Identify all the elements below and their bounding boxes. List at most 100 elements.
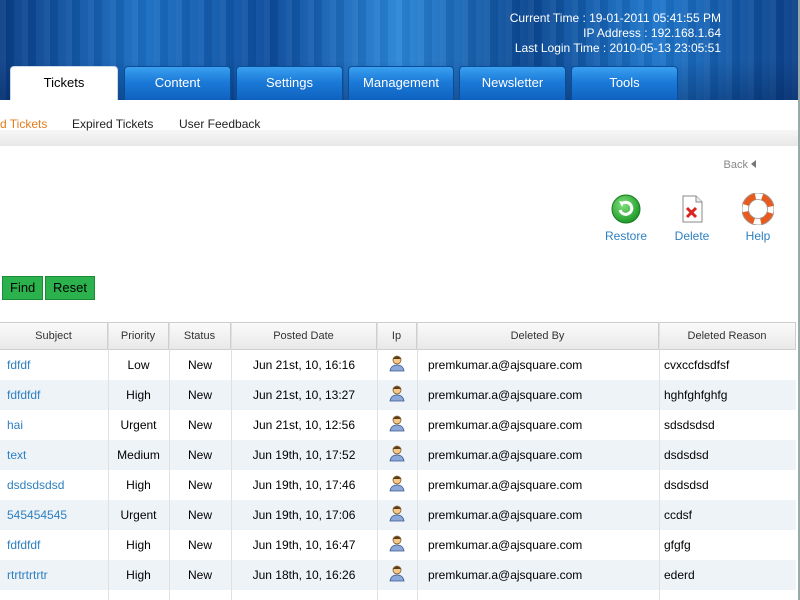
row-deleted-by: premkumar.a@ajsquare.com xyxy=(428,568,583,582)
row-priority: High xyxy=(126,478,151,492)
row-status: New xyxy=(187,568,212,582)
row-deleted-by: premkumar.a@ajsquare.com xyxy=(428,478,583,492)
user-icon[interactable] xyxy=(377,414,417,432)
table-row[interactable]: fdfdfdf High New Jun 21st, 10, 13:27 pre… xyxy=(0,380,796,410)
deleted-tickets-table: Subject Priority Status Posted Date Ip D… xyxy=(0,322,796,590)
row-priority: Medium xyxy=(117,448,160,462)
table-row[interactable]: dsdsdsdsd High New Jun 19th, 10, 17:46 p… xyxy=(0,470,796,500)
row-deleted-by: premkumar.a@ajsquare.com xyxy=(428,538,583,552)
row-priority: High xyxy=(126,568,151,582)
tab-settings[interactable]: Settings xyxy=(236,66,343,100)
row-subject[interactable]: fdfdfdf xyxy=(7,380,40,410)
row-posted-date: Jun 19th, 10, 16:47 xyxy=(252,538,356,552)
column-priority[interactable]: Priority xyxy=(108,323,169,350)
delete-document-icon xyxy=(682,195,703,223)
main-tabs: Tickets Content Settings Management News… xyxy=(0,66,800,100)
row-priority: Urgent xyxy=(120,418,157,432)
column-deleted-reason[interactable]: Deleted Reason xyxy=(659,323,796,350)
row-priority: High xyxy=(126,388,151,402)
row-deleted-reason: gfgfg xyxy=(664,538,691,552)
back-label: Back xyxy=(723,159,748,171)
user-icon[interactable] xyxy=(377,354,417,372)
table-row[interactable]: hai Urgent New Jun 21st, 10, 12:56 premk… xyxy=(0,410,796,440)
column-ip[interactable]: Ip xyxy=(377,323,417,350)
find-button[interactable]: Find xyxy=(2,276,44,300)
tab-tools[interactable]: Tools xyxy=(571,66,678,100)
column-deleted-by[interactable]: Deleted By xyxy=(417,323,659,350)
back-arrow-icon xyxy=(751,160,756,168)
table-header: Subject Priority Status Posted Date Ip D… xyxy=(0,323,796,350)
help-button[interactable]: Help xyxy=(731,193,785,243)
column-posted-date[interactable]: Posted Date xyxy=(231,323,377,350)
help-label: Help xyxy=(745,229,771,243)
user-icon[interactable] xyxy=(377,504,417,522)
row-deleted-by: premkumar.a@ajsquare.com xyxy=(428,358,583,372)
row-deleted-by: premkumar.a@ajsquare.com xyxy=(428,388,583,402)
user-icon[interactable] xyxy=(377,534,417,552)
reset-button[interactable]: Reset xyxy=(45,276,95,300)
row-status: New xyxy=(187,508,212,522)
row-subject[interactable]: rtrtrtrtrtr xyxy=(7,560,48,590)
user-icon[interactable] xyxy=(377,384,417,402)
row-posted-date: Jun 19th, 10, 17:06 xyxy=(252,508,356,522)
row-deleted-reason: dsdsdsd xyxy=(664,478,709,492)
row-posted-date: Jun 21st, 10, 16:16 xyxy=(252,358,356,372)
subnav-deleted-tickets[interactable]: d Tickets xyxy=(0,117,47,131)
row-deleted-reason: hghfghfghfg xyxy=(664,388,728,402)
row-subject[interactable]: dsdsdsdsd xyxy=(7,470,64,500)
row-status: New xyxy=(187,448,212,462)
row-deleted-reason: ccdsf xyxy=(664,508,693,522)
table-body: fdfdf Low New Jun 21st, 10, 16:16 premku… xyxy=(0,350,796,590)
delete-button[interactable]: Delete xyxy=(665,193,719,243)
last-login-time: Last Login Time : 2010-05-13 23:05:51 xyxy=(514,41,721,55)
table-row[interactable]: fdfdf Low New Jun 21st, 10, 16:16 premku… xyxy=(0,350,796,380)
table-row[interactable]: fdfdfdf High New Jun 19th, 10, 16:47 pre… xyxy=(0,530,796,560)
restore-label: Restore xyxy=(604,229,648,243)
tab-content[interactable]: Content xyxy=(124,66,231,100)
row-subject[interactable]: 545454545 xyxy=(7,500,67,530)
delete-label: Delete xyxy=(674,229,710,243)
row-posted-date: Jun 21st, 10, 13:27 xyxy=(252,388,356,402)
row-subject[interactable]: text xyxy=(7,440,26,470)
row-status: New xyxy=(187,418,212,432)
lifebuoy-help-icon xyxy=(742,193,774,225)
back-link[interactable]: Back xyxy=(724,159,756,171)
row-deleted-reason: sdsdsdsd xyxy=(664,418,715,432)
user-icon[interactable] xyxy=(377,444,417,462)
row-posted-date: Jun 18th, 10, 16:26 xyxy=(252,568,356,582)
tab-management[interactable]: Management xyxy=(348,66,454,100)
subnav-user-feedback[interactable]: User Feedback xyxy=(179,117,260,131)
tab-newsletter[interactable]: Newsletter xyxy=(459,66,566,100)
row-subject[interactable]: hai xyxy=(7,410,23,440)
column-status[interactable]: Status xyxy=(169,323,231,350)
row-subject[interactable]: fdfdfdf xyxy=(7,530,40,560)
user-icon[interactable] xyxy=(377,474,417,492)
row-posted-date: Jun 21st, 10, 12:56 xyxy=(252,418,356,432)
column-subject[interactable]: Subject xyxy=(0,323,108,350)
table-row[interactable]: text Medium New Jun 19th, 10, 17:52 prem… xyxy=(0,440,796,470)
row-priority: Urgent xyxy=(120,508,157,522)
row-status: New xyxy=(187,358,212,372)
restore-icon xyxy=(611,194,641,224)
row-deleted-by: premkumar.a@ajsquare.com xyxy=(428,508,583,522)
table-row[interactable]: 545454545 Urgent New Jun 19th, 10, 17:06… xyxy=(0,500,796,530)
tab-tickets[interactable]: Tickets xyxy=(10,66,118,100)
row-status: New xyxy=(187,478,212,492)
ip-address: IP Address : 192.168.1.64 xyxy=(583,26,721,40)
sub-navigation: d Tickets Expired Tickets User Feedback xyxy=(0,100,800,146)
user-icon[interactable] xyxy=(377,564,417,582)
row-deleted-by: premkumar.a@ajsquare.com xyxy=(428,448,583,462)
row-posted-date: Jun 19th, 10, 17:52 xyxy=(252,448,356,462)
current-time: Current Time : 19-01-2011 05:41:55 PM xyxy=(509,11,721,25)
row-deleted-reason: dsdsdsd xyxy=(664,448,709,462)
row-priority: High xyxy=(126,538,151,552)
row-status: New xyxy=(187,388,212,402)
restore-button[interactable]: Restore xyxy=(599,193,653,243)
row-subject[interactable]: fdfdf xyxy=(7,350,30,380)
row-posted-date: Jun 19th, 10, 17:46 xyxy=(252,478,356,492)
row-deleted-by: premkumar.a@ajsquare.com xyxy=(428,418,583,432)
row-priority: Low xyxy=(127,358,150,372)
subnav-expired-tickets[interactable]: Expired Tickets xyxy=(72,117,153,131)
table-row[interactable]: rtrtrtrtrtr High New Jun 18th, 10, 16:26… xyxy=(0,560,796,590)
header-banner: Current Time : 19-01-2011 05:41:55 PM IP… xyxy=(0,0,800,100)
